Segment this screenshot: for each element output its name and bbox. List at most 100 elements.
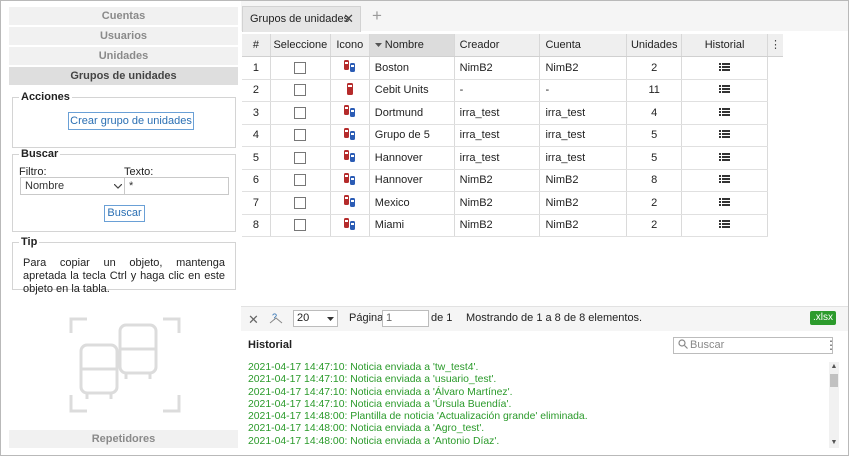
add-tab-icon[interactable]: + bbox=[372, 7, 382, 24]
column-history[interactable]: Historial bbox=[681, 34, 768, 57]
multi-vehicle-icon bbox=[343, 104, 357, 121]
row-icon-cell bbox=[330, 191, 370, 215]
row-checkbox[interactable] bbox=[294, 196, 307, 209]
row-number: 3 bbox=[242, 101, 271, 125]
page-number-input[interactable]: 1 bbox=[382, 310, 429, 327]
table-row[interactable]: 4 Grupo de 5 irra_test irra_test 5 bbox=[242, 124, 768, 147]
page-size-select[interactable]: 20 bbox=[293, 310, 338, 327]
buscar-panel: Buscar Filtro: Nombre Texto: * Buscar bbox=[12, 148, 236, 232]
list-icon[interactable] bbox=[719, 107, 731, 116]
row-units: 2 bbox=[626, 214, 683, 237]
clear-icon[interactable]: ✕ bbox=[248, 312, 259, 328]
row-name[interactable]: Grupo de 5 bbox=[369, 124, 455, 147]
scroll-up-icon[interactable]: ▲ bbox=[830, 363, 838, 371]
column-options-icon[interactable]: ⋮ bbox=[768, 34, 783, 57]
row-name[interactable]: Cebit Units bbox=[369, 79, 455, 102]
history-log-line: 2021-04-17 14:48:00: Noticia enviada a '… bbox=[248, 423, 485, 435]
close-icon[interactable]: ✕ bbox=[343, 11, 354, 27]
table-row[interactable]: 1 Boston NimB2 NimB2 2 bbox=[242, 56, 768, 80]
main-content: Grupos de unidades ✕ + # Seleccione Icon… bbox=[241, 1, 848, 455]
row-checkbox[interactable] bbox=[294, 174, 307, 187]
history-options-icon[interactable]: ⋮ bbox=[825, 338, 837, 352]
list-icon[interactable] bbox=[719, 85, 731, 94]
row-account: NimB2 bbox=[539, 191, 628, 215]
column-settings-icon[interactable]: ? bbox=[269, 311, 283, 325]
row-account: irra_test bbox=[539, 146, 628, 170]
sidebar-item-repetidores[interactable]: Repetidores bbox=[9, 430, 238, 448]
row-account: NimB2 bbox=[539, 56, 628, 80]
sidebar: Cuentas Usuarios Unidades Grupos de unid… bbox=[1, 1, 241, 455]
table-row[interactable]: 2 Cebit Units - -11 bbox=[242, 79, 768, 102]
row-select-cell bbox=[270, 79, 331, 102]
column-select[interactable]: Seleccione bbox=[270, 34, 331, 57]
column-name[interactable]: Nombre bbox=[369, 34, 455, 57]
history-scrollbar[interactable]: ▲ ▼ bbox=[829, 362, 839, 448]
row-history-cell bbox=[681, 56, 768, 80]
row-checkbox[interactable] bbox=[294, 129, 307, 142]
table-row[interactable]: 5 Hannover irra_test irra_test 5 bbox=[242, 146, 768, 170]
row-name[interactable]: Mexico bbox=[369, 191, 455, 215]
tab-grupos-de-unidades[interactable]: Grupos de unidades ✕ bbox=[242, 6, 361, 32]
pager-summary: Mostrando de 1 a 8 de 8 elementos. bbox=[466, 312, 643, 324]
table-row[interactable]: 7 Mexico NimB2 NimB2 2 bbox=[242, 191, 768, 215]
row-name[interactable]: Miami bbox=[369, 214, 455, 237]
row-number: 5 bbox=[242, 146, 271, 170]
row-account: NimB2 bbox=[539, 214, 628, 237]
list-icon[interactable] bbox=[719, 175, 731, 184]
tip-panel: Tip Para copiar un objeto, mantenga apre… bbox=[12, 236, 236, 295]
table-header-row: # Seleccione Icono Nombre Creador Cuenta… bbox=[242, 34, 768, 57]
row-account: irra_test bbox=[539, 124, 628, 147]
row-icon-cell bbox=[330, 214, 370, 237]
acciones-title: Acciones bbox=[19, 91, 72, 103]
row-units: 8 bbox=[626, 169, 683, 192]
column-account[interactable]: Cuenta bbox=[539, 34, 628, 57]
sort-desc-icon bbox=[374, 42, 382, 47]
table-row[interactable]: 6 Hannover NimB2 NimB2 8 bbox=[242, 169, 768, 192]
row-select-cell bbox=[270, 214, 331, 237]
export-xlsx-button[interactable]: .xlsx bbox=[810, 311, 836, 325]
column-number[interactable]: # bbox=[242, 34, 271, 57]
column-units[interactable]: Unidades bbox=[626, 34, 683, 57]
row-icon-cell bbox=[330, 169, 370, 192]
sidebar-item-usuarios[interactable]: Usuarios bbox=[9, 27, 238, 45]
sidebar-item-unidades[interactable]: Unidades bbox=[9, 47, 238, 65]
column-creator[interactable]: Creador bbox=[454, 34, 541, 57]
row-number: 8 bbox=[242, 214, 271, 237]
list-icon[interactable] bbox=[719, 152, 731, 161]
history-log-line: 2021-04-17 14:47:10: Noticia enviada a '… bbox=[248, 362, 479, 373]
row-name[interactable]: Boston bbox=[369, 56, 455, 80]
history-search-input[interactable]: Buscar bbox=[673, 337, 833, 354]
row-checkbox[interactable] bbox=[294, 84, 307, 97]
multi-vehicle-icon bbox=[343, 59, 357, 76]
list-icon[interactable] bbox=[719, 130, 731, 139]
row-checkbox[interactable] bbox=[294, 219, 307, 232]
create-unit-group-button[interactable]: Crear grupo de unidades bbox=[68, 112, 194, 130]
bus-group-illustration-icon bbox=[69, 317, 181, 413]
sidebar-item-cuentas[interactable]: Cuentas bbox=[9, 7, 238, 25]
scroll-down-icon[interactable]: ▼ bbox=[830, 439, 838, 447]
tab-bar: Grupos de unidades ✕ + bbox=[241, 1, 848, 32]
row-name[interactable]: Hannover bbox=[369, 146, 455, 170]
search-icon bbox=[678, 339, 688, 349]
list-icon[interactable] bbox=[719, 197, 731, 206]
scrollbar-thumb[interactable] bbox=[830, 374, 838, 387]
single-vehicle-icon bbox=[345, 82, 355, 99]
search-text-input[interactable]: * bbox=[124, 177, 229, 195]
row-creator: NimB2 bbox=[454, 56, 541, 80]
sidebar-item-grupos-de-unidades[interactable]: Grupos de unidades bbox=[9, 67, 238, 85]
list-icon[interactable] bbox=[719, 62, 731, 71]
row-name[interactable]: Dortmund bbox=[369, 101, 455, 125]
search-button[interactable]: Buscar bbox=[104, 205, 145, 222]
row-number: 2 bbox=[242, 79, 271, 102]
history-log: 2021-04-17 14:47:10: Noticia enviada a '… bbox=[248, 362, 828, 454]
list-icon[interactable] bbox=[719, 220, 731, 229]
row-checkbox[interactable] bbox=[294, 151, 307, 164]
table-row[interactable]: 3 Dortmund irra_test irra_test 4 bbox=[242, 101, 768, 125]
row-name[interactable]: Hannover bbox=[369, 169, 455, 192]
column-icon[interactable]: Icono bbox=[330, 34, 370, 57]
row-checkbox[interactable] bbox=[294, 106, 307, 119]
row-number: 6 bbox=[242, 169, 271, 192]
row-checkbox[interactable] bbox=[294, 61, 307, 74]
filter-select[interactable]: Nombre bbox=[20, 177, 127, 195]
table-row[interactable]: 8 Miami NimB2 NimB2 2 bbox=[242, 214, 768, 237]
